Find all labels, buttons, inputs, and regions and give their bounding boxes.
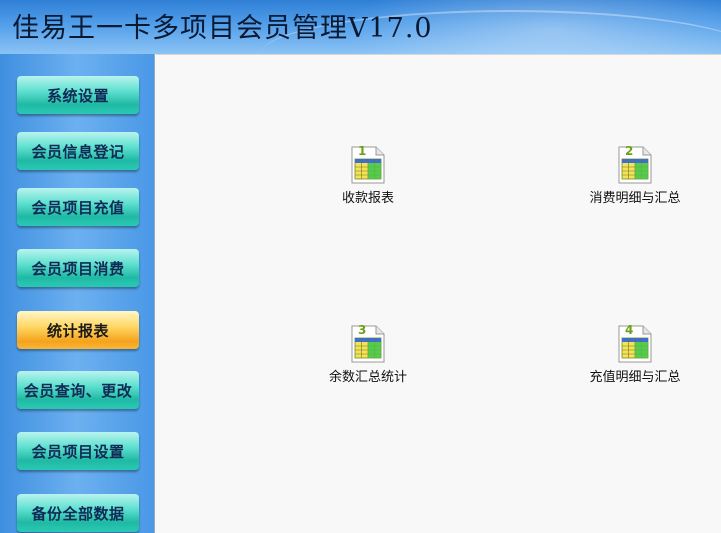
report-label: 余数汇总统计 <box>328 370 407 385</box>
sidebar-item-backup-data[interactable]: 备份全部数据 <box>17 494 139 532</box>
report-balance-summary[interactable]: 3 余数汇总统计 <box>303 323 433 394</box>
report-recharge-details[interactable]: 4 充值明细与汇总 <box>570 323 700 394</box>
report-number: 1 <box>358 144 367 158</box>
app-title: 佳易王一卡多项目会员管理V17.0 <box>12 13 433 44</box>
report-label: 充值明细与汇总 <box>589 370 681 385</box>
report-label: 消费明细与汇总 <box>589 191 681 206</box>
report-number: 3 <box>358 323 367 337</box>
sidebar-item-project-settings[interactable]: 会员项目设置 <box>17 432 139 470</box>
report-number: 4 <box>625 323 634 337</box>
report-consumption-details[interactable]: 2 消费明细与汇总 <box>570 144 700 215</box>
sidebar-item-member-registration[interactable]: 会员信息登记 <box>17 132 139 170</box>
sidebar-item-system-settings[interactable]: 系统设置 <box>17 76 139 114</box>
sidebar-item-project-consumption[interactable]: 会员项目消费 <box>17 249 139 287</box>
report-number: 2 <box>625 144 634 158</box>
spreadsheet-icon: 2 <box>615 144 655 185</box>
sidebar-item-member-query-edit[interactable]: 会员查询、更改 <box>17 371 139 409</box>
report-receipts[interactable]: 1 收款报表 <box>303 144 433 215</box>
spreadsheet-icon: 3 <box>348 323 388 364</box>
app-header: 佳易王一卡多项目会员管理V17.0 <box>0 0 721 54</box>
sidebar: 系统设置 会员信息登记 会员项目充值 会员项目消费 统计报表 会员查询、更改 会… <box>0 54 155 533</box>
sidebar-item-statistics-reports[interactable]: 统计报表 <box>17 311 139 349</box>
spreadsheet-icon: 1 <box>348 144 388 185</box>
sidebar-item-project-recharge[interactable]: 会员项目充值 <box>17 188 139 226</box>
spreadsheet-icon: 4 <box>615 323 655 364</box>
content-area: 1 收款报表 2 消费明细与汇总 3 余数汇总统计 4 充值明细与汇总 <box>156 54 721 533</box>
report-label: 收款报表 <box>341 191 394 206</box>
